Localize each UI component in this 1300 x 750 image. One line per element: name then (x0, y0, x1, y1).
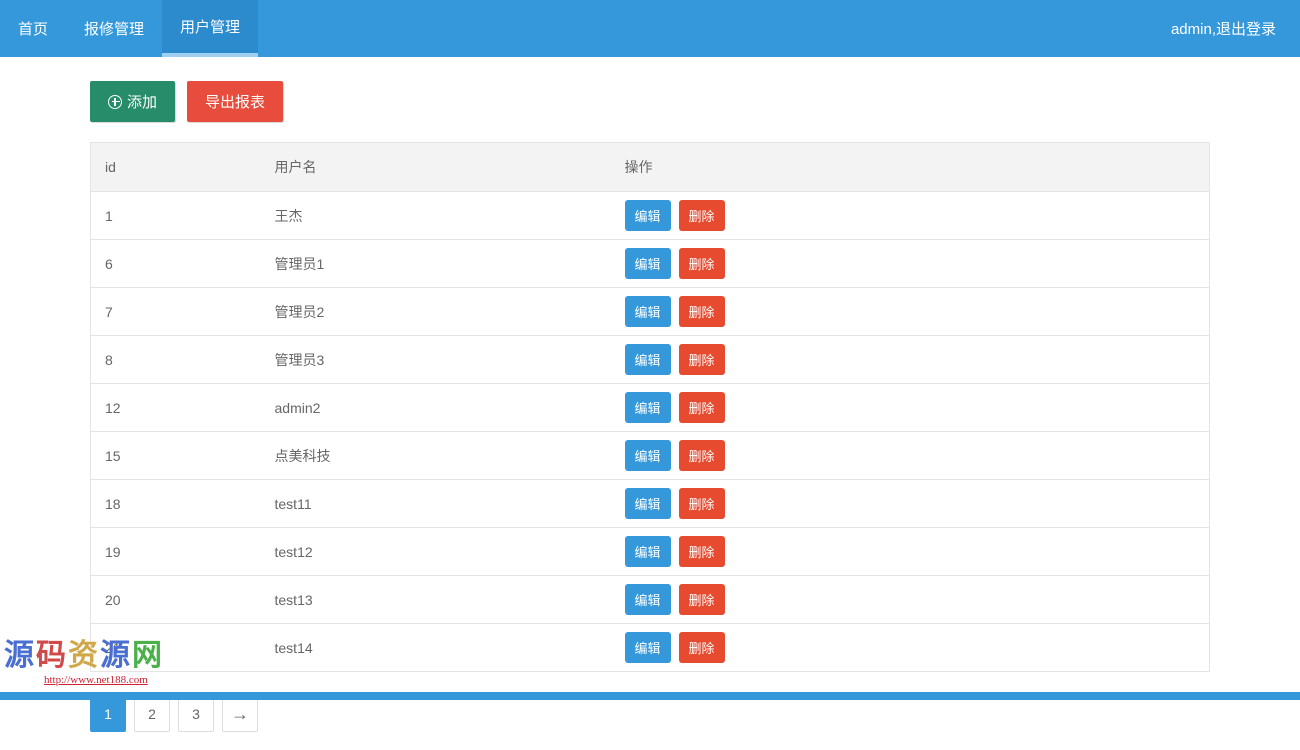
delete-button[interactable]: 删除 (679, 536, 725, 567)
cell-actions: 编辑删除 (611, 192, 1210, 240)
page-1[interactable]: 1 (90, 696, 126, 732)
bottom-accent-bar (0, 692, 1300, 700)
edit-button[interactable]: 编辑 (625, 296, 671, 327)
cell-username: 管理员2 (261, 288, 611, 336)
cell-username: 王杰 (261, 192, 611, 240)
cell-username: 管理员3 (261, 336, 611, 384)
table-row: 20test13编辑删除 (91, 576, 1210, 624)
cell-actions: 编辑删除 (611, 336, 1210, 384)
header-actions: 操作 (611, 143, 1210, 192)
edit-button[interactable]: 编辑 (625, 584, 671, 615)
table-header-row: id 用户名 操作 (91, 143, 1210, 192)
table-row: 1王杰编辑删除 (91, 192, 1210, 240)
table-row: 7管理员2编辑删除 (91, 288, 1210, 336)
cell-id: 12 (91, 384, 261, 432)
cell-id: 15 (91, 432, 261, 480)
page-3[interactable]: 3 (178, 696, 214, 732)
pagination: 123→ (90, 696, 1210, 732)
table-row: 15点美科技编辑删除 (91, 432, 1210, 480)
cell-actions: 编辑删除 (611, 576, 1210, 624)
cell-actions: 编辑删除 (611, 528, 1210, 576)
page-2[interactable]: 2 (134, 696, 170, 732)
cell-id: 18 (91, 480, 261, 528)
edit-button[interactable]: 编辑 (625, 344, 671, 375)
plus-circle-icon (108, 95, 122, 109)
edit-button[interactable]: 编辑 (625, 536, 671, 567)
edit-button[interactable]: 编辑 (625, 200, 671, 231)
cell-actions: 编辑删除 (611, 384, 1210, 432)
delete-button[interactable]: 删除 (679, 200, 725, 231)
cell-username: admin2 (261, 384, 611, 432)
edit-button[interactable]: 编辑 (625, 488, 671, 519)
cell-actions: 编辑删除 (611, 288, 1210, 336)
delete-button[interactable]: 删除 (679, 488, 725, 519)
cell-username: test13 (261, 576, 611, 624)
nav-item-2[interactable]: 用户管理 (162, 0, 258, 57)
delete-button[interactable]: 删除 (679, 248, 725, 279)
export-button[interactable]: 导出报表 (187, 81, 283, 122)
delete-button[interactable]: 删除 (679, 440, 725, 471)
cell-id: 6 (91, 240, 261, 288)
delete-button[interactable]: 删除 (679, 296, 725, 327)
cell-actions: 编辑删除 (611, 240, 1210, 288)
edit-button[interactable]: 编辑 (625, 632, 671, 663)
export-button-label: 导出报表 (205, 91, 265, 112)
cell-id: 19 (91, 528, 261, 576)
edit-button[interactable]: 编辑 (625, 248, 671, 279)
delete-button[interactable]: 删除 (679, 632, 725, 663)
add-button-label: 添加 (127, 91, 157, 112)
table-row: 8管理员3编辑删除 (91, 336, 1210, 384)
cell-username: test11 (261, 480, 611, 528)
delete-button[interactable]: 删除 (679, 584, 725, 615)
cell-id: 20 (91, 576, 261, 624)
table-row: 6管理员1编辑删除 (91, 240, 1210, 288)
add-button[interactable]: 添加 (90, 81, 175, 122)
cell-id: 8 (91, 336, 261, 384)
cell-actions: 编辑删除 (611, 480, 1210, 528)
table-row: 18test11编辑删除 (91, 480, 1210, 528)
cell-id: 21 (91, 624, 261, 672)
edit-button[interactable]: 编辑 (625, 440, 671, 471)
nav-items: 首页报修管理用户管理 (0, 0, 258, 57)
header-username: 用户名 (261, 143, 611, 192)
cell-actions: 编辑删除 (611, 624, 1210, 672)
header-id: id (91, 143, 261, 192)
cell-id: 1 (91, 192, 261, 240)
edit-button[interactable]: 编辑 (625, 392, 671, 423)
toolbar: 添加 导出报表 (90, 81, 1210, 122)
table-row: 21test14编辑删除 (91, 624, 1210, 672)
nav-item-1[interactable]: 报修管理 (66, 0, 162, 57)
cell-username: test12 (261, 528, 611, 576)
top-navbar: 首页报修管理用户管理 admin,退出登录 (0, 0, 1300, 57)
page-next[interactable]: → (222, 696, 258, 732)
delete-button[interactable]: 删除 (679, 344, 725, 375)
cell-username: test14 (261, 624, 611, 672)
nav-item-0[interactable]: 首页 (0, 0, 66, 57)
cell-actions: 编辑删除 (611, 432, 1210, 480)
table-row: 19test12编辑删除 (91, 528, 1210, 576)
logout-link[interactable]: admin,退出登录 (1147, 0, 1300, 57)
users-table: id 用户名 操作 1王杰编辑删除6管理员1编辑删除7管理员2编辑删除8管理员3… (90, 142, 1210, 672)
cell-username: 点美科技 (261, 432, 611, 480)
table-body: 1王杰编辑删除6管理员1编辑删除7管理员2编辑删除8管理员3编辑删除12admi… (91, 192, 1210, 672)
table-row: 12admin2编辑删除 (91, 384, 1210, 432)
cell-id: 7 (91, 288, 261, 336)
delete-button[interactable]: 删除 (679, 392, 725, 423)
cell-username: 管理员1 (261, 240, 611, 288)
page-content: 添加 导出报表 id 用户名 操作 1王杰编辑删除6管理员1编辑删除7管理员2编… (0, 57, 1300, 750)
